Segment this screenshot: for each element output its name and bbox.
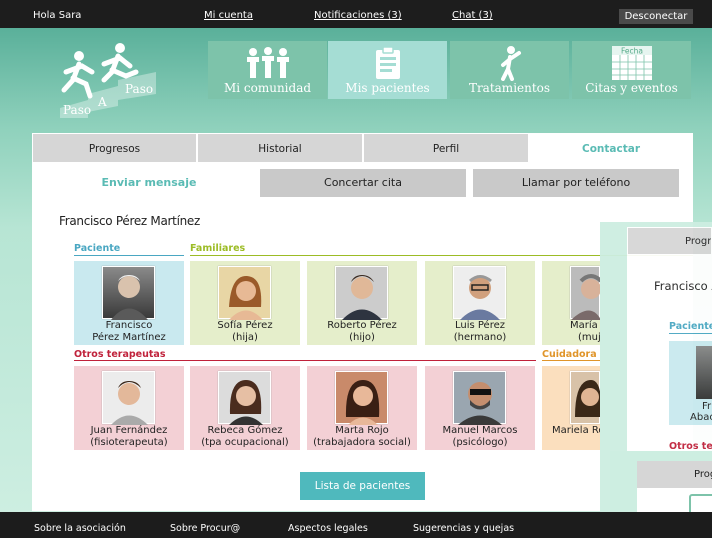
section-paciente: Paciente (74, 243, 121, 254)
nav-label: Mi comunidad (223, 81, 312, 95)
contact-card-therapist[interactable]: Marta Rojo (trabajadora social) (307, 366, 417, 450)
subtab-llamar-por-telefono[interactable]: Llamar por teléfono (473, 169, 679, 197)
logo-word-1: Paso (63, 103, 91, 117)
logo-word-2: A (97, 95, 107, 109)
tab-perfil[interactable]: Perfil (363, 133, 529, 163)
contact-card-therapist[interactable]: Manuel Marcos (psicólogo) (425, 366, 535, 450)
contact-card-family[interactable]: María (muj (542, 261, 600, 345)
avatar (218, 371, 271, 425)
avatar (570, 371, 600, 424)
avatar (335, 371, 388, 425)
contact-role: (muj (578, 331, 600, 343)
contact-name: Sofía Pérez (217, 320, 273, 331)
contact-role: (psicólogo) (452, 436, 508, 448)
avatar (335, 266, 388, 320)
nav-citas-y-eventos[interactable]: Fecha Citas y eventos (572, 41, 691, 99)
contact-name: Luis Pérez (454, 320, 506, 331)
ghost-section: Paciente (669, 321, 712, 332)
contact-role: (hermano) (453, 331, 507, 343)
tab-progresos[interactable]: Progresos (32, 133, 197, 163)
logo-word-3: Paso (125, 82, 153, 96)
patient-tabs: Progresos Historial Perfil Contactar (32, 133, 693, 163)
contact-card-carer[interactable]: Mariela Ro (542, 366, 600, 450)
nav-tratamientos[interactable]: Tratamientos (450, 41, 569, 99)
subtab-concertar-cita[interactable]: Concertar cita (260, 169, 466, 197)
exercise-icon (450, 45, 569, 81)
divider (542, 360, 600, 361)
calendar-icon: Fecha (572, 45, 691, 81)
contact-role: (hijo) (349, 331, 375, 343)
logout-button[interactable]: Desconectar (619, 9, 693, 24)
section-familiares: Familiares (190, 243, 246, 254)
ghost-tab: Progr (627, 227, 712, 255)
nav-mi-comunidad[interactable]: Mi comunidad (208, 41, 327, 99)
nav-label: Mis pacientes (345, 81, 430, 95)
contact-card-family[interactable]: Luis Pérez (hermano) (425, 261, 535, 345)
avatar (218, 266, 271, 320)
clipboard-icon (328, 45, 447, 81)
subtab-enviar-mensaje[interactable]: Enviar mensaje (54, 169, 244, 197)
my-account-link[interactable]: Mi cuenta (204, 10, 253, 21)
contact-card-family[interactable]: Roberto Pérez (hijo) (307, 261, 417, 345)
contact-name: Mariela Ro (552, 425, 600, 436)
contact-card-therapist[interactable]: Rebeca Gómez (tpa ocupacional) (190, 366, 300, 450)
calendar-caption: Fecha (621, 47, 643, 56)
top-bar: Hola Sara Mi cuenta Notificaciones (3) C… (0, 0, 712, 28)
footer-link-procura[interactable]: Sobre Procur@ (170, 523, 240, 534)
nav-mis-pacientes[interactable]: Mis pacientes (328, 41, 447, 99)
ghost-card-line1: Fr (702, 401, 712, 412)
avatar (453, 371, 506, 425)
patient-list-button[interactable]: Lista de pacientes (300, 472, 425, 500)
avatar (453, 266, 506, 320)
community-icon (208, 45, 327, 81)
avatar (102, 266, 155, 320)
contact-name: Roberto Pérez (327, 320, 397, 331)
footer-link-legal[interactable]: Aspectos legales (288, 523, 368, 534)
paso-a-paso-logo[interactable]: Paso A Paso (52, 38, 162, 118)
contact-role: (fisioterapeuta) (90, 436, 168, 448)
avatar (696, 346, 712, 399)
footer-link-asociacion[interactable]: Sobre la asociación (34, 523, 126, 534)
contact-panel: Enviar mensaje Concertar cita Llamar por… (32, 163, 693, 511)
contact-card-therapist[interactable]: Juan Fernández (fisioterapeuta) (74, 366, 184, 450)
ghost-patient-name: Francisco A (654, 279, 712, 293)
patient-name: Francisco Pérez Martínez (59, 214, 200, 228)
contact-role: (trabajadora social) (313, 436, 411, 448)
chat-link[interactable]: Chat (3) (452, 10, 493, 21)
footer: Sobre la asociación Sobre Procur@ Aspect… (0, 512, 712, 538)
ghost-card-line2: Abac (690, 412, 712, 423)
footer-link-sugerencias[interactable]: Sugerencias y quejas (413, 523, 514, 534)
ghost-tab-2: Prog (637, 461, 712, 488)
contact-role: Pérez Martínez (92, 331, 166, 343)
divider (74, 255, 184, 256)
greeting: Hola Sara (33, 10, 82, 21)
tab-historial[interactable]: Historial (197, 133, 363, 163)
ghost-card: Fr Abac (669, 341, 712, 425)
contact-name: Marta Rojo (335, 425, 389, 436)
tab-contactar[interactable]: Contactar (529, 133, 693, 163)
divider (74, 360, 536, 361)
contact-card-patient[interactable]: Francisco Pérez Martínez (74, 261, 184, 345)
contact-name: Manuel Marcos (442, 425, 518, 436)
avatar (102, 371, 155, 425)
contact-role: (tpa ocupacional) (201, 436, 289, 448)
contact-card-family[interactable]: Sofía Pérez (hija) (190, 261, 300, 345)
notifications-link[interactable]: Notificaciones (3) (314, 10, 402, 21)
contact-role: (hija) (232, 331, 258, 343)
contact-name: Rebeca Gómez (207, 425, 283, 436)
nav-label: Tratamientos (468, 81, 551, 95)
divider (669, 333, 712, 334)
nav-label: Citas y eventos (585, 81, 678, 95)
avatar (570, 266, 600, 320)
contact-name: María (570, 320, 598, 331)
contact-name: Juan Fernández (90, 425, 168, 436)
contact-name: Francisco (105, 320, 153, 331)
